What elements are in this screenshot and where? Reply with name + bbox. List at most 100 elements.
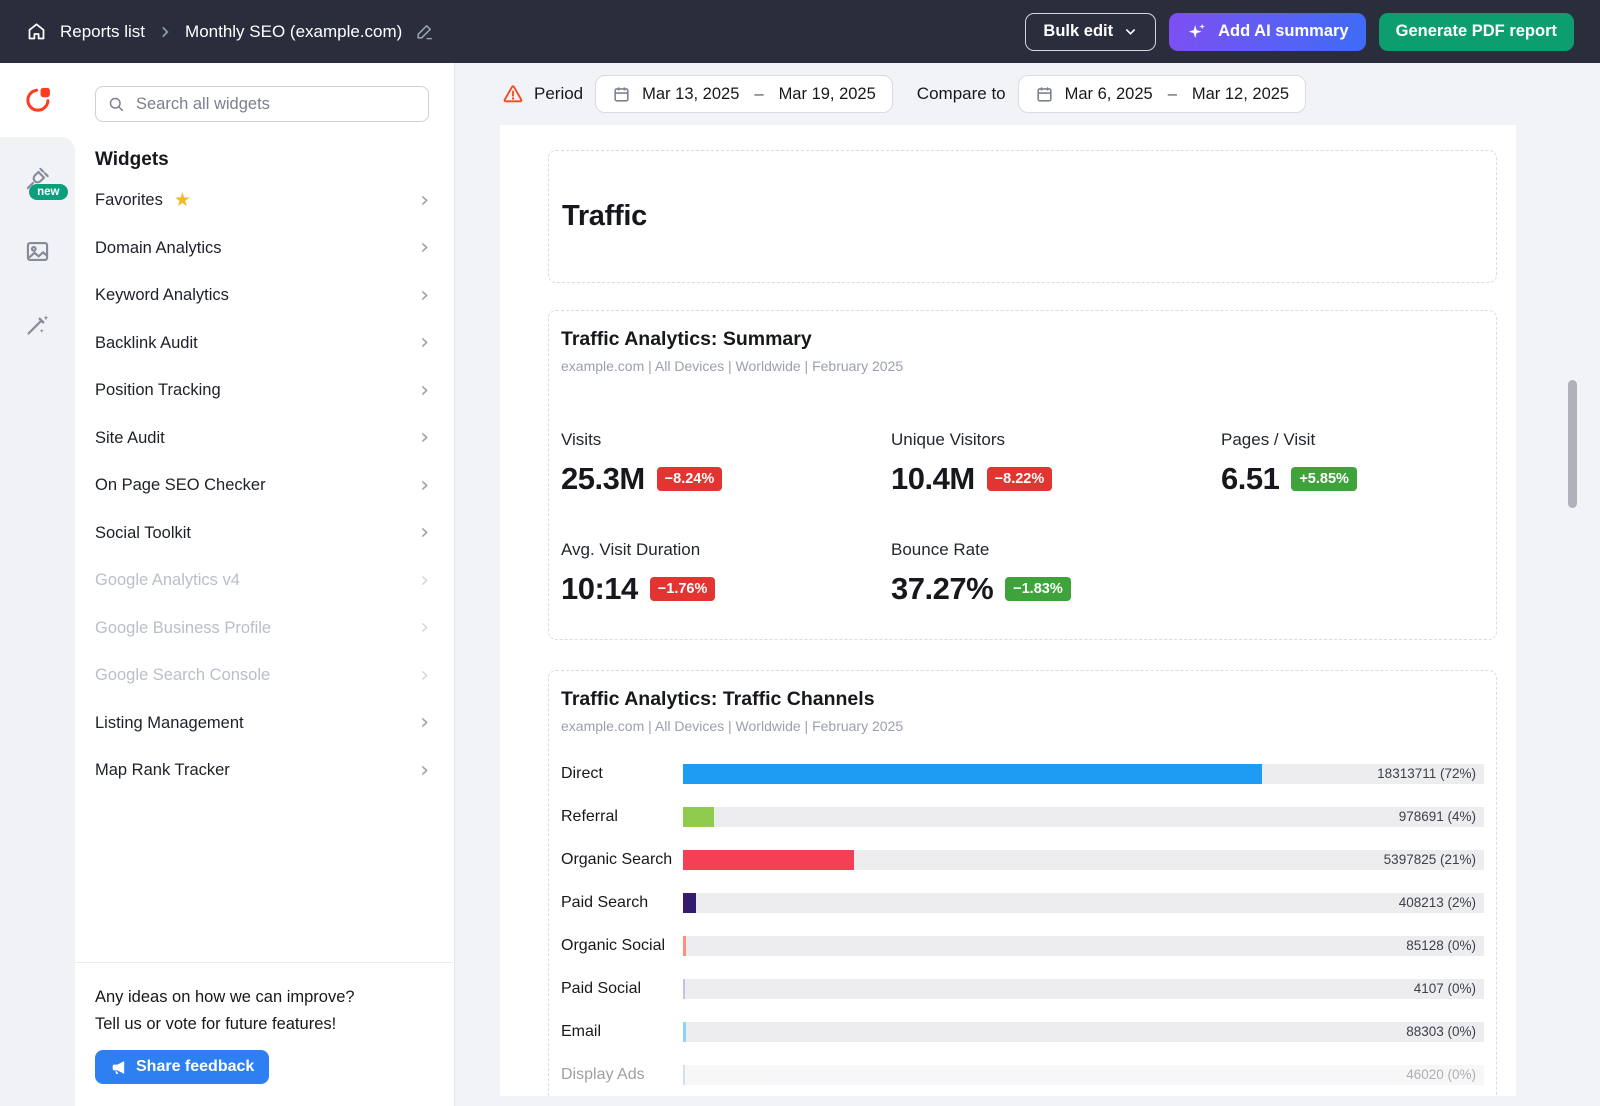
add-ai-summary-button[interactable]: Add AI summary (1169, 13, 1366, 51)
feedback-line1: Any ideas on how we can improve? (95, 984, 433, 1010)
icon-rail: new (0, 63, 75, 1106)
sidebar-item-domain-analytics[interactable]: Domain Analytics › (75, 225, 454, 273)
channel-bar-fill (683, 1065, 685, 1085)
channels-widget-subtitle: example.com | All Devices | Worldwide | … (561, 718, 1484, 734)
sidebar-item-keyword-analytics[interactable]: Keyword Analytics› (75, 272, 454, 320)
channel-value-label: 5397825 (21%) (1384, 850, 1476, 870)
chevron-down-icon (1123, 24, 1138, 39)
sidebar-item-position-tracking[interactable]: Position Tracking› (75, 367, 454, 415)
main-area: Period Mar 13, 2025 – Mar 19, 2025 Compa… (455, 63, 1600, 1106)
widgets-heading: Widgets (95, 149, 454, 171)
channel-bar-track: 18313711 (72%) (683, 764, 1484, 784)
channel-label: Organic Search (561, 851, 683, 869)
widget-search-input[interactable] (134, 94, 417, 115)
home-icon[interactable] (26, 21, 47, 42)
traffic-summary-widget[interactable]: Traffic Analytics: Summary example.com |… (548, 310, 1497, 640)
sidebar-item-label: Domain Analytics (95, 239, 222, 258)
channel-label: Organic Social (561, 937, 683, 955)
sidebar-item-label: Listing Management (95, 714, 244, 733)
compare-to-label: Compare to (917, 84, 1006, 104)
metric-value: 37.27% (891, 571, 993, 607)
rail-tab-images[interactable] (24, 237, 52, 265)
channel-bar-track: 5397825 (21%) (683, 850, 1484, 870)
widgets-panel: Widgets Favorites★›Domain Analytics›Keyw… (75, 63, 455, 1106)
period-date-range[interactable]: Mar 13, 2025 – Mar 19, 2025 (595, 75, 893, 113)
sidebar-item-site-audit[interactable]: Site Audit› (75, 415, 454, 463)
metric-label: Unique Visitors (891, 430, 1221, 450)
compare-date-range[interactable]: Mar 6, 2025 – Mar 12, 2025 (1018, 75, 1306, 113)
chevron-right-icon: › (420, 190, 429, 212)
sidebar-item-label: Social Toolkit (95, 524, 191, 543)
share-feedback-label: Share feedback (136, 1058, 254, 1076)
metric-label: Visits (561, 430, 891, 450)
sidebar-item-on-page-seo-checker[interactable]: On Page SEO Checker› (75, 462, 454, 510)
metric-value: 10:14 (561, 571, 638, 607)
new-badge: new (29, 184, 67, 200)
period-toolbar: Period Mar 13, 2025 – Mar 19, 2025 Compa… (455, 63, 1600, 125)
sidebar-item-label: Favorites (95, 191, 163, 210)
channel-row-referral: Referral978691 (4%) (561, 807, 1484, 827)
magic-wand-icon (24, 311, 51, 338)
sidebar-item-listing-management[interactable]: Listing Management › (75, 700, 454, 748)
channel-row-direct: Direct 18313711 (72%) (561, 764, 1484, 784)
section-title-widget[interactable]: Traffic (548, 150, 1497, 283)
chevron-right-icon: › (420, 237, 429, 259)
rail-tab-widgets[interactable] (0, 63, 75, 137)
metric-avg-visit-duration: Avg. Visit Duration10:14−1.76% (561, 540, 891, 607)
vertical-scrollbar-thumb[interactable] (1568, 380, 1577, 508)
chevron-right-icon: › (420, 570, 429, 592)
generate-pdf-button[interactable]: Generate PDF report (1379, 13, 1574, 51)
sidebar-item-label: Position Tracking (95, 381, 221, 400)
chevron-right-icon: › (420, 285, 429, 307)
metric-label: Avg. Visit Duration (561, 540, 891, 560)
chevron-right-icon: › (420, 522, 429, 544)
report-canvas: Traffic Traffic Analytics: Summary examp… (500, 125, 1516, 1096)
breadcrumb-reports-list[interactable]: Reports list (60, 22, 145, 42)
chevron-right-icon: › (420, 617, 429, 639)
channel-label: Paid Social (561, 980, 683, 998)
channel-bar-fill (683, 850, 854, 870)
sidebar-item-backlink-audit[interactable]: Backlink Audit› (75, 320, 454, 368)
channel-label: Email (561, 1023, 683, 1041)
megaphone-icon (110, 1059, 127, 1076)
channel-row-organic-social: Organic Social 85128 (0%) (561, 936, 1484, 956)
widget-search[interactable] (95, 86, 429, 122)
sidebar-item-label: Google Business Profile (95, 619, 271, 638)
sidebar-item-label: Backlink Audit (95, 334, 198, 353)
report-builder-app: Reports list Monthly SEO (example.com) B… (0, 0, 1600, 1106)
sidebar-item-google-search-console: Google Search Console› (75, 652, 454, 700)
share-feedback-button[interactable]: Share feedback (95, 1050, 269, 1084)
channel-value-label: 18313711 (72%) (1377, 764, 1476, 784)
channel-value-label: 46020 (0%) (1406, 1065, 1476, 1085)
rail-tab-integrations[interactable]: new (24, 164, 52, 192)
widget-category-list: Favorites★›Domain Analytics›Keyword Anal… (75, 177, 454, 795)
sidebar-item-social-toolkit[interactable]: Social Toolkit › (75, 510, 454, 558)
rail-tab-design[interactable] (24, 310, 52, 338)
sidebar-item-favorites[interactable]: Favorites★› (75, 177, 454, 225)
channel-value-label: 85128 (0%) (1406, 936, 1476, 956)
channel-bar-track: 88303 (0%) (683, 1022, 1484, 1042)
traffic-channels-widget[interactable]: Traffic Analytics: Traffic Channels exam… (548, 670, 1497, 1096)
channel-bar-fill (683, 807, 714, 827)
channel-bar-track: 978691 (4%) (683, 807, 1484, 827)
edit-pencil-icon[interactable] (415, 22, 434, 41)
feedback-line2: Tell us or vote for future features! (95, 1011, 433, 1037)
channel-bar-fill (683, 979, 685, 999)
warning-icon (502, 83, 524, 105)
rail-lower-section: new (0, 137, 75, 1106)
metric-label: Pages / Visit (1221, 430, 1484, 450)
sidebar-item-map-rank-tracker[interactable]: Map Rank Tracker› (75, 747, 454, 795)
channel-label: Direct (561, 765, 683, 783)
generate-pdf-label: Generate PDF report (1396, 22, 1557, 41)
chevron-right-icon: › (420, 427, 429, 449)
metric-value: 6.51 (1221, 461, 1279, 497)
breadcrumb-chevron-icon (158, 25, 172, 39)
channel-label: Paid Search (561, 894, 683, 912)
chevron-right-icon: › (420, 712, 429, 734)
bulk-edit-button[interactable]: Bulk edit (1025, 13, 1156, 51)
sidebar-item-label: Google Analytics v4 (95, 571, 240, 590)
metric-change-badge: −8.22% (987, 467, 1053, 491)
compare-end-date: Mar 12, 2025 (1192, 85, 1289, 104)
metric-pages-visit: Pages / Visit6.51+5.85% (1221, 430, 1484, 497)
page-title: Monthly SEO (example.com) (185, 22, 402, 42)
